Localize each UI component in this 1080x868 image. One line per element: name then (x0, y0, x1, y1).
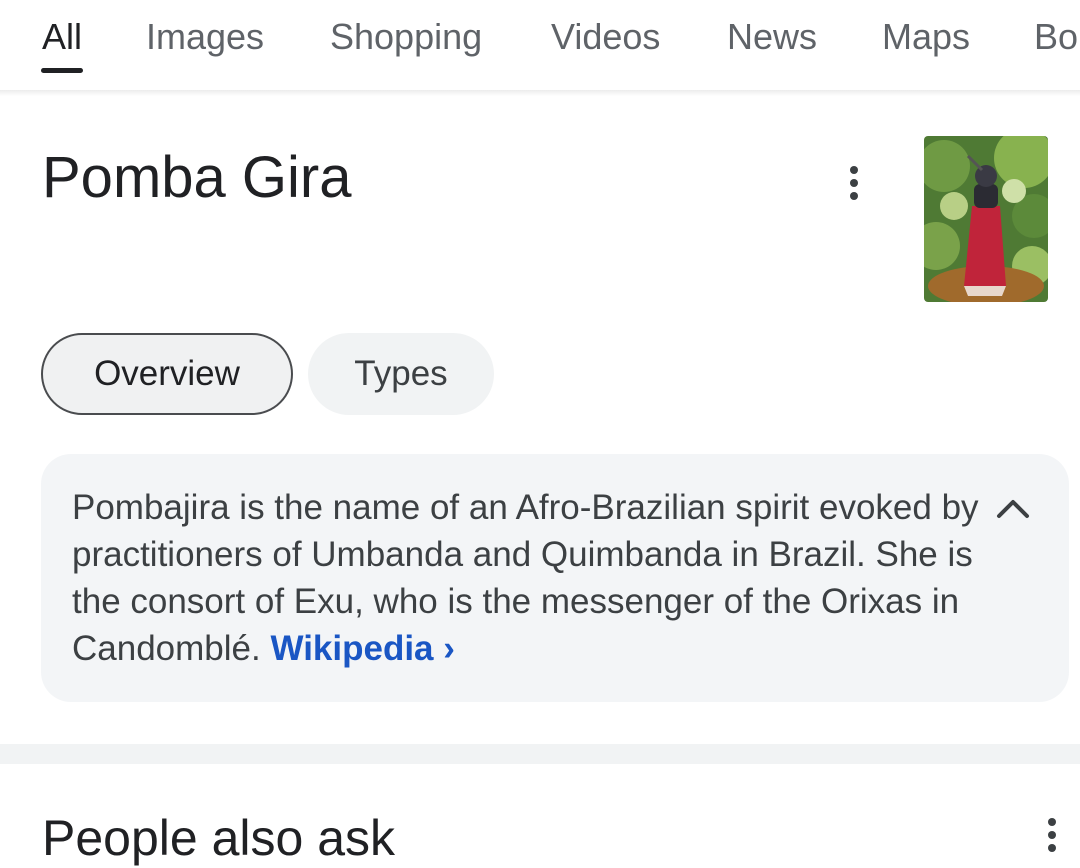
people-also-ask-heading: People also ask (42, 810, 396, 866)
entity-title: Pomba Gira (42, 145, 352, 210)
chevron-up-icon[interactable] (993, 492, 1033, 522)
wikipedia-link[interactable]: Wikipedia › (270, 629, 454, 668)
tab-books[interactable]: Bo (1034, 16, 1078, 58)
wikipedia-link-label[interactable]: Wikipedia (270, 629, 433, 668)
chip-overview[interactable]: Overview (41, 333, 293, 415)
more-vert-icon[interactable] (844, 164, 864, 204)
tab-videos[interactable]: Videos (551, 16, 660, 58)
search-tabs: All Images Shopping Videos News Maps Bo (0, 0, 1080, 90)
description-body: Pombajira is the name of an Afro-Brazili… (72, 488, 979, 668)
tab-images[interactable]: Images (146, 16, 264, 58)
section-divider (0, 744, 1080, 764)
entity-thumbnail[interactable] (924, 136, 1048, 302)
chip-types[interactable]: Types (308, 333, 494, 415)
tab-all[interactable]: All (42, 16, 82, 58)
thumbnail-image (924, 136, 1048, 302)
tab-shopping[interactable]: Shopping (330, 16, 482, 58)
tab-news[interactable]: News (727, 16, 817, 58)
tabs-shadow (0, 90, 1080, 96)
more-vert-icon[interactable] (1042, 818, 1062, 858)
active-tab-indicator (41, 68, 83, 73)
description-text: Pombajira is the name of an Afro-Brazili… (72, 484, 992, 672)
chevron-right-icon: › (443, 629, 455, 668)
tab-maps[interactable]: Maps (882, 16, 970, 58)
description-card: Pombajira is the name of an Afro-Brazili… (41, 454, 1069, 702)
